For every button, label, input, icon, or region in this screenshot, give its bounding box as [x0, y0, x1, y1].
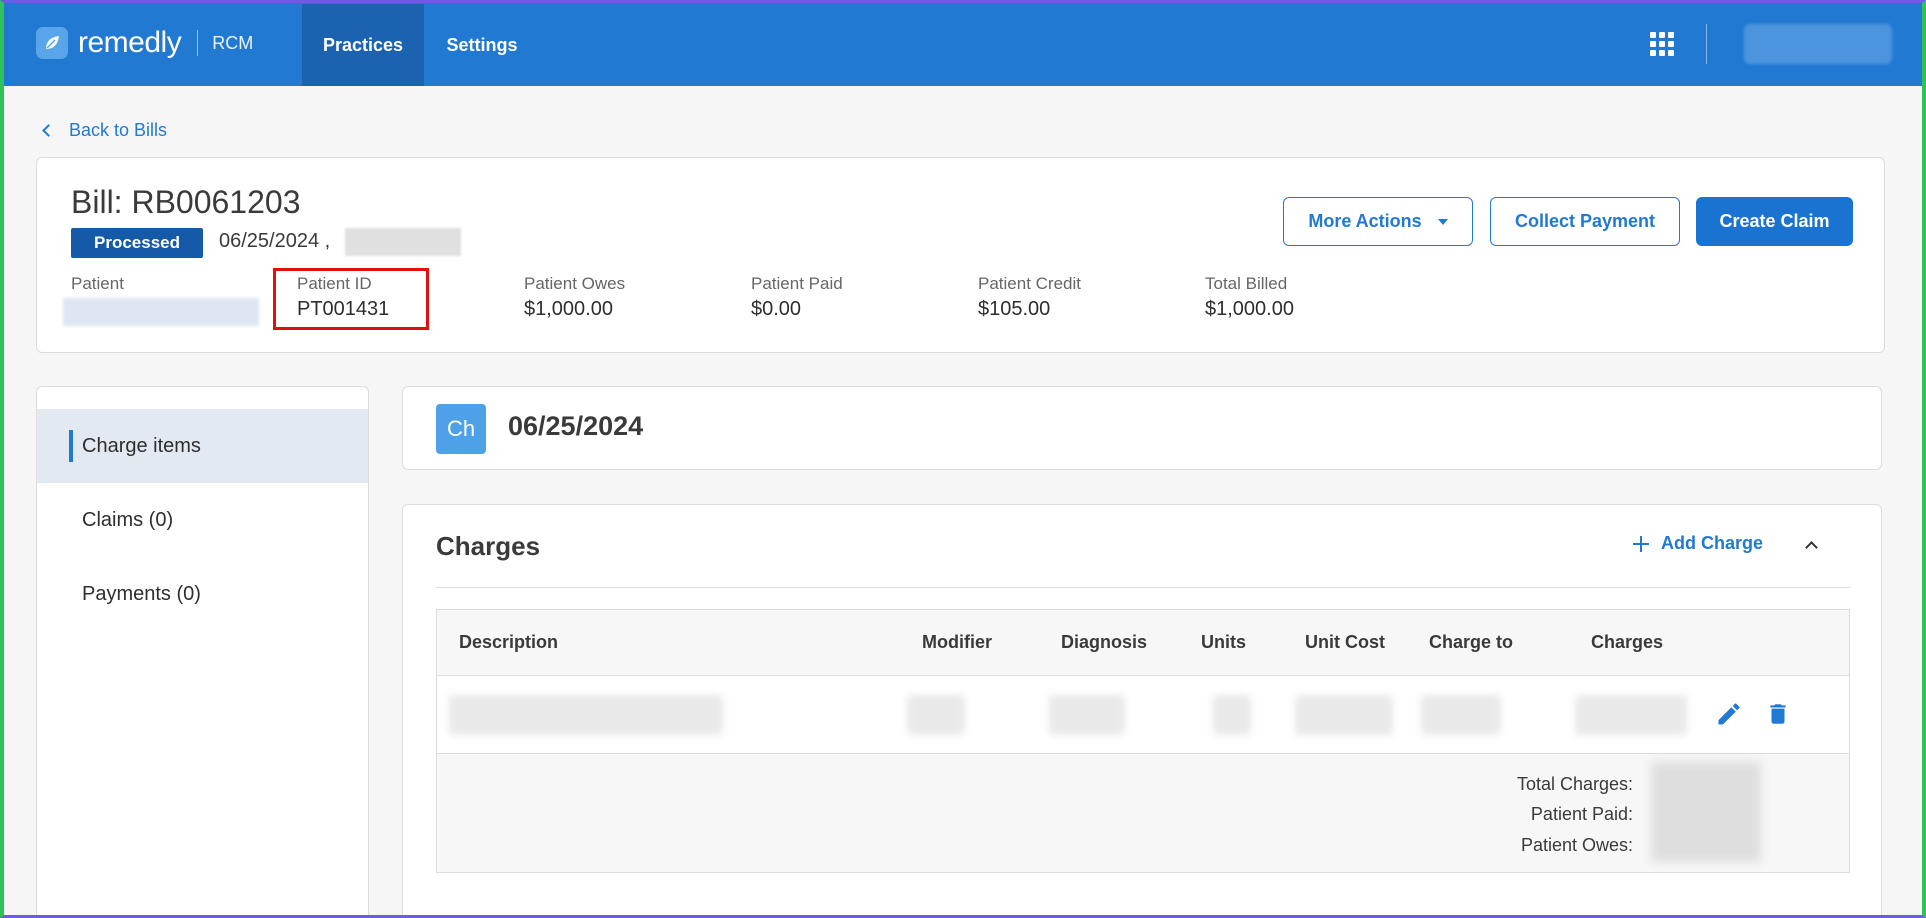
encounter-date: 06/25/2024	[508, 411, 644, 441]
stat-patient-owes: Patient Owes $1,000.00	[524, 274, 625, 321]
add-charge-button[interactable]: Add Charge	[1633, 533, 1763, 554]
nav-tab-settings[interactable]: Settings	[424, 4, 540, 86]
column-header-charge-to: Charge to	[1429, 632, 1514, 652]
leaf-icon	[36, 27, 68, 59]
column-header-diagnosis: Diagnosis	[1061, 632, 1148, 652]
encounter-date-card: Ch 06/25/2024	[402, 386, 1882, 470]
collapse-chevron-up-icon[interactable]	[1805, 541, 1818, 554]
patient-id-highlight	[273, 268, 429, 330]
column-header-charges: Charges	[1591, 632, 1664, 652]
total-charges-label: Total Charges:	[1516, 774, 1633, 794]
redacted-units	[1213, 695, 1251, 735]
delete-trash-icon[interactable]	[1765, 700, 1791, 733]
status-badge: Processed	[71, 228, 203, 258]
charges-table: Description Modifier Diagnosis Units Uni…	[436, 609, 1850, 873]
stat-value: $1,000.00	[1205, 298, 1294, 320]
more-actions-label: More Actions	[1308, 211, 1422, 231]
create-claim-button[interactable]: Create Claim	[1696, 197, 1853, 246]
redacted-time	[345, 228, 461, 256]
app-logo[interactable]: remedly RCM	[36, 26, 253, 60]
user-menu[interactable]	[1744, 24, 1892, 64]
bill-sections-sidebar: Charge items Claims (0) Payments (0)	[36, 386, 369, 918]
stat-label: Patient Owes	[524, 274, 626, 293]
brand-divider	[197, 30, 199, 56]
redacted-modifier	[907, 695, 965, 735]
column-header-unit-cost: Unit Cost	[1305, 632, 1385, 652]
bill-title: Bill: RB0061203	[71, 184, 301, 220]
back-to-bills-link[interactable]: Back to Bills	[42, 120, 168, 141]
patient-paid-label: Patient Paid:	[1530, 804, 1633, 824]
stat-label: Total Billed	[1205, 274, 1288, 293]
brand-name: remedly	[78, 26, 182, 59]
collect-payment-button[interactable]: Collect Payment	[1490, 197, 1680, 246]
product-name: RCM	[212, 32, 254, 53]
caret-down-icon	[1437, 218, 1448, 225]
redacted-patient-name[interactable]	[63, 298, 259, 326]
edit-pencil-icon[interactable]	[1715, 700, 1743, 733]
sidebar-item-claims[interactable]: Claims (0)	[37, 483, 368, 557]
table-row[interactable]	[437, 676, 1849, 754]
column-header-description: Description	[459, 632, 559, 652]
stat-patient-paid: Patient Paid $0.00	[751, 274, 843, 321]
bill-date: 06/25/2024 ,	[219, 230, 331, 252]
column-header-modifier: Modifier	[922, 632, 992, 652]
redacted-charges	[1575, 695, 1687, 735]
add-charge-label: Add Charge	[1661, 533, 1764, 553]
sidebar-item-payments[interactable]: Payments (0)	[37, 557, 368, 631]
charges-title: Charges	[436, 531, 541, 561]
table-header: Description Modifier Diagnosis Units Uni…	[437, 610, 1849, 676]
divider	[436, 587, 1850, 588]
apps-grid-icon[interactable]	[1650, 32, 1674, 56]
stat-value: $105.00	[978, 298, 1051, 320]
column-header-units: Units	[1201, 632, 1246, 652]
patient-owes-label: Patient Owes:	[1520, 835, 1633, 855]
back-link-label: Back to Bills	[69, 120, 168, 140]
charge-avatar: Ch	[436, 404, 486, 454]
redacted-description	[449, 695, 723, 735]
stat-label: Patient	[71, 274, 124, 293]
stat-value: $0.00	[751, 298, 802, 320]
chevron-left-icon	[42, 124, 55, 137]
redacted-totals	[1651, 762, 1761, 862]
sidebar-item-charge-items[interactable]: Charge items	[37, 409, 368, 483]
more-actions-button[interactable]: More Actions	[1283, 197, 1473, 246]
top-nav-bar: remedly RCM Practices Settings	[0, 0, 1926, 86]
header-divider	[1706, 24, 1707, 64]
plus-icon	[1633, 535, 1649, 552]
stat-patient-credit: Patient Credit $105.00	[978, 274, 1081, 321]
stat-patient: Patient	[63, 274, 259, 326]
stat-value: $1,000.00	[524, 298, 613, 320]
stat-total-billed: Total Billed $1,000.00	[1205, 274, 1294, 321]
nav-tab-practices[interactable]: Practices	[302, 4, 424, 86]
redacted-diagnosis	[1049, 695, 1125, 735]
stat-label: Patient Credit	[978, 274, 1081, 293]
totals-summary: Total Charges: Patient Paid: Patient Owe…	[437, 754, 1849, 872]
bill-summary-card: Bill: RB0061203 Processed 06/25/2024 , M…	[36, 157, 1885, 353]
redacted-unit-cost	[1295, 695, 1393, 735]
stat-label: Patient Paid	[751, 274, 843, 293]
redacted-charge-to	[1421, 695, 1501, 735]
charges-card: Charges Add Charge Description Modifier …	[402, 504, 1882, 918]
